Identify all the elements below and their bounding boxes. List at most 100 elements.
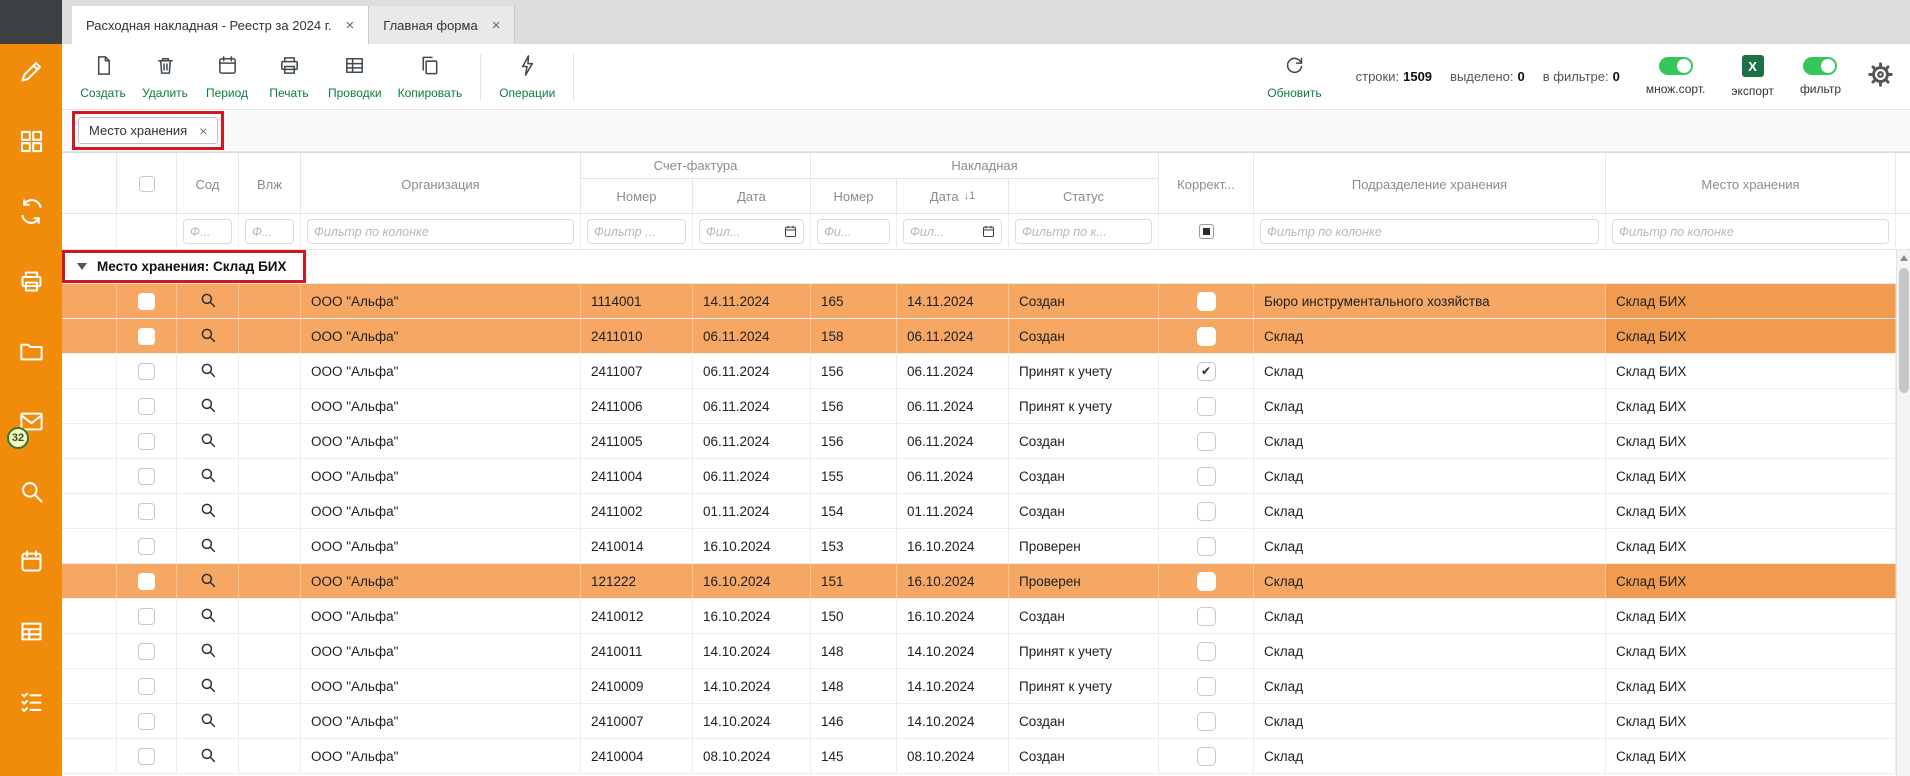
tab-main-form[interactable]: Главная форма × (369, 6, 515, 44)
table-row[interactable]: ООО "Альфа" 2410012 16.10.2024 150 16.10… (62, 599, 1910, 634)
magnifier-icon[interactable] (199, 676, 217, 697)
table-row[interactable]: ООО "Альфа" 2411005 06.11.2024 156 06.11… (62, 424, 1910, 459)
row-select-checkbox[interactable] (138, 468, 155, 485)
search-button[interactable] (15, 478, 47, 510)
filter-input-sod[interactable] (183, 219, 232, 244)
group-chip-mesto-khraneniya[interactable]: Место хранения × (78, 117, 218, 144)
table-row[interactable]: ООО "Альфа" 2410009 14.10.2024 148 14.10… (62, 669, 1910, 704)
magnifier-icon[interactable] (199, 746, 217, 767)
select-all-checkbox[interactable] (139, 176, 155, 192)
magnifier-icon[interactable] (199, 466, 217, 487)
row-select-checkbox[interactable] (138, 678, 155, 695)
korrekt-checkbox[interactable] (1197, 432, 1216, 451)
column-header-org[interactable]: Организация (301, 153, 581, 215)
group-row[interactable]: Место хранения: Склад БИХ (62, 250, 1910, 284)
collapse-icon[interactable] (77, 263, 87, 270)
calendar-button[interactable] (15, 548, 47, 580)
column-header-sf-data[interactable]: Дата (693, 179, 811, 213)
korrekt-checkbox[interactable] (1197, 537, 1216, 556)
period-button[interactable]: Период (196, 50, 258, 104)
row-select-checkbox[interactable] (138, 398, 155, 415)
korrekt-checkbox[interactable] (1197, 397, 1216, 416)
row-select-checkbox[interactable] (138, 713, 155, 730)
filter-input-sf-data[interactable] (699, 219, 804, 244)
filter-input-status[interactable] (1015, 219, 1152, 244)
magnifier-icon[interactable] (199, 711, 217, 732)
column-header-nk-data[interactable]: Дата ↓1 (897, 179, 1009, 213)
magnifier-icon[interactable] (199, 361, 217, 382)
close-icon[interactable]: × (492, 18, 501, 33)
row-select-checkbox[interactable] (138, 643, 155, 660)
table-row[interactable]: ООО "Альфа" 1114001 14.11.2024 165 14.11… (62, 284, 1910, 319)
magnifier-icon[interactable] (199, 606, 217, 627)
table-row[interactable]: ООО "Альфа" 2411006 06.11.2024 156 06.11… (62, 389, 1910, 424)
row-select-checkbox[interactable] (138, 433, 155, 450)
row-select-checkbox[interactable] (138, 538, 155, 555)
delete-button[interactable]: Удалить (134, 50, 196, 104)
magnifier-icon[interactable] (199, 571, 217, 592)
magnifier-icon[interactable] (199, 291, 217, 312)
mail-button[interactable]: 32 (15, 408, 47, 440)
table-row[interactable]: ООО "Альфа" 2410007 14.10.2024 146 14.10… (62, 704, 1910, 739)
filter-input-vlzh[interactable] (245, 219, 294, 244)
postings-button[interactable]: Проводки (320, 50, 390, 104)
column-header-korrekt[interactable]: Коррект... (1159, 153, 1254, 215)
magnifier-icon[interactable] (199, 326, 217, 347)
close-icon[interactable]: × (346, 18, 355, 33)
korrekt-checkbox[interactable] (1197, 712, 1216, 731)
korrekt-checkbox[interactable] (1197, 327, 1216, 346)
vertical-scrollbar[interactable] (1896, 250, 1910, 776)
korrekt-checkbox[interactable] (1197, 642, 1216, 661)
magnifier-icon[interactable] (199, 641, 217, 662)
row-select-checkbox[interactable] (138, 293, 155, 310)
filter-input-org[interactable] (307, 219, 574, 244)
magnifier-icon[interactable] (199, 396, 217, 417)
table-row[interactable]: ООО "Альфа" 2410011 14.10.2024 148 14.10… (62, 634, 1910, 669)
copy-button[interactable]: Копировать (390, 50, 471, 104)
filter-input-sf-nomer[interactable] (587, 219, 686, 244)
column-header-sf-nomer[interactable]: Номер (581, 179, 693, 213)
operations-button[interactable]: Операции (491, 50, 563, 104)
modules-button[interactable] (15, 128, 47, 160)
row-select-checkbox[interactable] (138, 328, 155, 345)
toggle-on-icon[interactable] (1803, 57, 1837, 75)
registers-button[interactable] (15, 618, 47, 650)
refresh-button[interactable]: Обновить (1259, 50, 1329, 104)
create-button[interactable]: Создать (72, 50, 134, 104)
korrekt-checkbox[interactable] (1197, 502, 1216, 521)
filter-checkbox-korrekt[interactable] (1199, 224, 1214, 239)
tab-invoice-register[interactable]: Расходная накладная - Реестр за 2024 г. … (72, 6, 369, 44)
settings-button[interactable] (1867, 61, 1894, 93)
magnifier-icon[interactable] (199, 536, 217, 557)
table-row[interactable]: ООО "Альфа" 2411002 01.11.2024 154 01.11… (62, 494, 1910, 529)
column-header-status[interactable]: Статус (1009, 179, 1159, 213)
row-select-checkbox[interactable] (138, 363, 155, 380)
column-header-sod[interactable]: Сод (177, 153, 239, 215)
column-header-vlzh[interactable]: Влж (239, 153, 301, 215)
korrekt-checkbox[interactable] (1197, 467, 1216, 486)
row-select-checkbox[interactable] (138, 608, 155, 625)
row-select-checkbox[interactable] (138, 748, 155, 765)
toggle-on-icon[interactable] (1659, 57, 1693, 75)
documents-button[interactable] (15, 338, 47, 370)
scroll-up-icon[interactable] (1897, 250, 1910, 266)
chip-close-icon[interactable]: × (199, 124, 207, 138)
scrollbar-thumb[interactable] (1899, 268, 1909, 393)
korrekt-checkbox[interactable] (1197, 362, 1216, 381)
print-button[interactable]: Печать (258, 50, 320, 104)
table-row[interactable]: ООО "Альфа" 2410014 16.10.2024 153 16.10… (62, 529, 1910, 564)
korrekt-checkbox[interactable] (1197, 572, 1216, 591)
row-select-checkbox[interactable] (138, 503, 155, 520)
korrekt-checkbox[interactable] (1197, 677, 1216, 696)
filter-input-podrazdelenie[interactable] (1260, 219, 1599, 244)
filter-input-nk-nomer[interactable] (817, 219, 890, 244)
column-header-podrazdelenie[interactable]: Подразделение хранения (1254, 153, 1606, 215)
korrekt-checkbox[interactable] (1197, 292, 1216, 311)
table-row[interactable]: ООО "Альфа" 121222 16.10.2024 151 16.10.… (62, 564, 1910, 599)
table-row[interactable]: ООО "Альфа" 2410004 08.10.2024 145 08.10… (62, 739, 1910, 774)
column-header-nk-nomer[interactable]: Номер (811, 179, 897, 213)
tasks-button[interactable] (15, 688, 47, 720)
print-center-button[interactable] (15, 268, 47, 300)
multisort-toggle[interactable]: множ.сорт. (1646, 57, 1706, 96)
magnifier-icon[interactable] (199, 501, 217, 522)
